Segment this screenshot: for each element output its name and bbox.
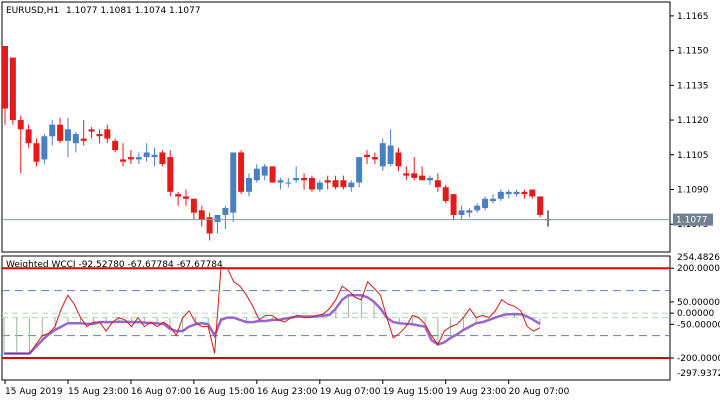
candle-body [57,124,64,141]
candle-body [489,198,496,202]
candle-body [434,180,441,188]
candle-body [88,129,95,132]
indicator-max-label: 254.48261 [677,253,720,263]
candle-body [9,57,16,121]
time-tick-label: 16 Aug 23:00 [257,387,318,397]
candle-body [112,140,119,151]
candle-body [403,173,410,176]
time-tick-label: 15 Aug 2019 [5,387,63,397]
candle-body [25,129,32,144]
candle-body [442,187,449,202]
candle-body [104,129,111,139]
candle-body [387,145,394,165]
indicator-tick-label: 50.00000 [677,298,720,308]
candle-body [513,191,520,195]
candle-body [183,196,190,199]
time-tick-label: 19 Aug 15:00 [383,387,444,397]
candle-body [198,210,205,220]
candle-body [474,205,481,211]
candle-body [395,152,402,167]
time-tick-label: 16 Aug 15:00 [194,387,255,397]
indicator-tick-label: -200.00000 [677,354,720,364]
candle-body [458,210,465,215]
symbol-label: EURUSD,H1 [6,6,59,16]
candle-body [277,180,284,183]
chart-canvas: EURUSD,H1 1.1077 1.1081 1.1074 1.1077 We… [1,1,720,397]
candle-body [127,157,134,160]
indicator-tick-label: 0.00000 [677,309,714,319]
price-tick-label: 1.1105 [677,151,709,161]
time-tick-label: 20 Aug 07:00 [509,387,570,397]
time-tick-label: 16 Aug 07:00 [131,387,192,397]
price-tick-label: 1.1090 [677,186,709,196]
candle-body [537,196,544,215]
candle-body [521,191,528,195]
candle-body [120,159,127,162]
price-tick-label: 1.1135 [677,81,709,91]
candle-body [238,152,245,192]
candle-body [33,143,40,162]
candle-body [80,138,87,141]
candle-body [308,177,315,190]
indicator-tick-label: -50.00000 [677,320,720,330]
candle-body [49,124,56,137]
candle-body [72,133,79,144]
candle-body [379,143,386,167]
candle-body [214,214,221,222]
candle-body [159,152,166,165]
candle-body [2,45,8,109]
current-price-label: 1.1077 [676,216,708,226]
candle-body [222,208,229,215]
candle-body [245,177,252,192]
candle-body [371,157,378,160]
time-tick-label: 19 Aug 07:00 [320,387,381,397]
indicator-tick-label: 200.00000 [677,264,720,274]
candle-body [96,133,103,137]
candle-body [497,191,504,199]
candle-body [143,152,150,158]
candle-body [340,180,347,188]
candle-body [135,157,142,160]
price-tick-label: 1.1150 [677,47,709,57]
candle-body [230,152,237,213]
candle-body [151,154,158,158]
candle-body [293,177,300,181]
candle-body [261,166,268,176]
candle-body [450,194,457,215]
candle-body [482,198,489,209]
candle-body [253,168,260,181]
candle-body [356,157,363,183]
candle-body [301,177,308,181]
candle-body [167,157,174,192]
time-axis: 15 Aug 2019 15 Aug 23:00 16 Aug 07:00 16 Au… [4,380,570,397]
candle-body [348,182,355,188]
price-window [1,1,671,253]
candle-body [64,129,71,141]
candle-body [324,180,331,183]
candle-body [529,189,536,197]
time-tick-label: 19 Aug 23:00 [446,387,507,397]
candle-body [285,182,292,184]
price-tick-label: 1.1165 [677,12,709,22]
candle-body [505,191,512,195]
time-tick-label: 15 Aug 23:00 [68,387,129,397]
candle-body [316,182,323,190]
price-axis: 1.1165 1.1150 1.1135 1.1120 1.1105 1.1090 1.10… [670,12,709,230]
candle-body [426,177,433,181]
candle-body [332,180,339,188]
indicator-min-label: -297.93720 [677,369,720,379]
price-tick-label: 1.1120 [677,116,709,126]
ohlc-label: 1.1077 1.1081 1.1074 1.1077 [66,6,201,16]
candle-body [17,120,24,130]
candle-body [419,175,426,181]
candle-body [364,154,371,158]
candle-body [466,210,473,213]
candle-body [175,194,182,197]
candle-body [41,136,48,160]
candle-body [269,166,276,183]
indicator-axis: 254.48261200.00000 50.000000.00000-50.000… [670,253,720,379]
candle-body [190,198,197,213]
candle-body [411,173,418,178]
